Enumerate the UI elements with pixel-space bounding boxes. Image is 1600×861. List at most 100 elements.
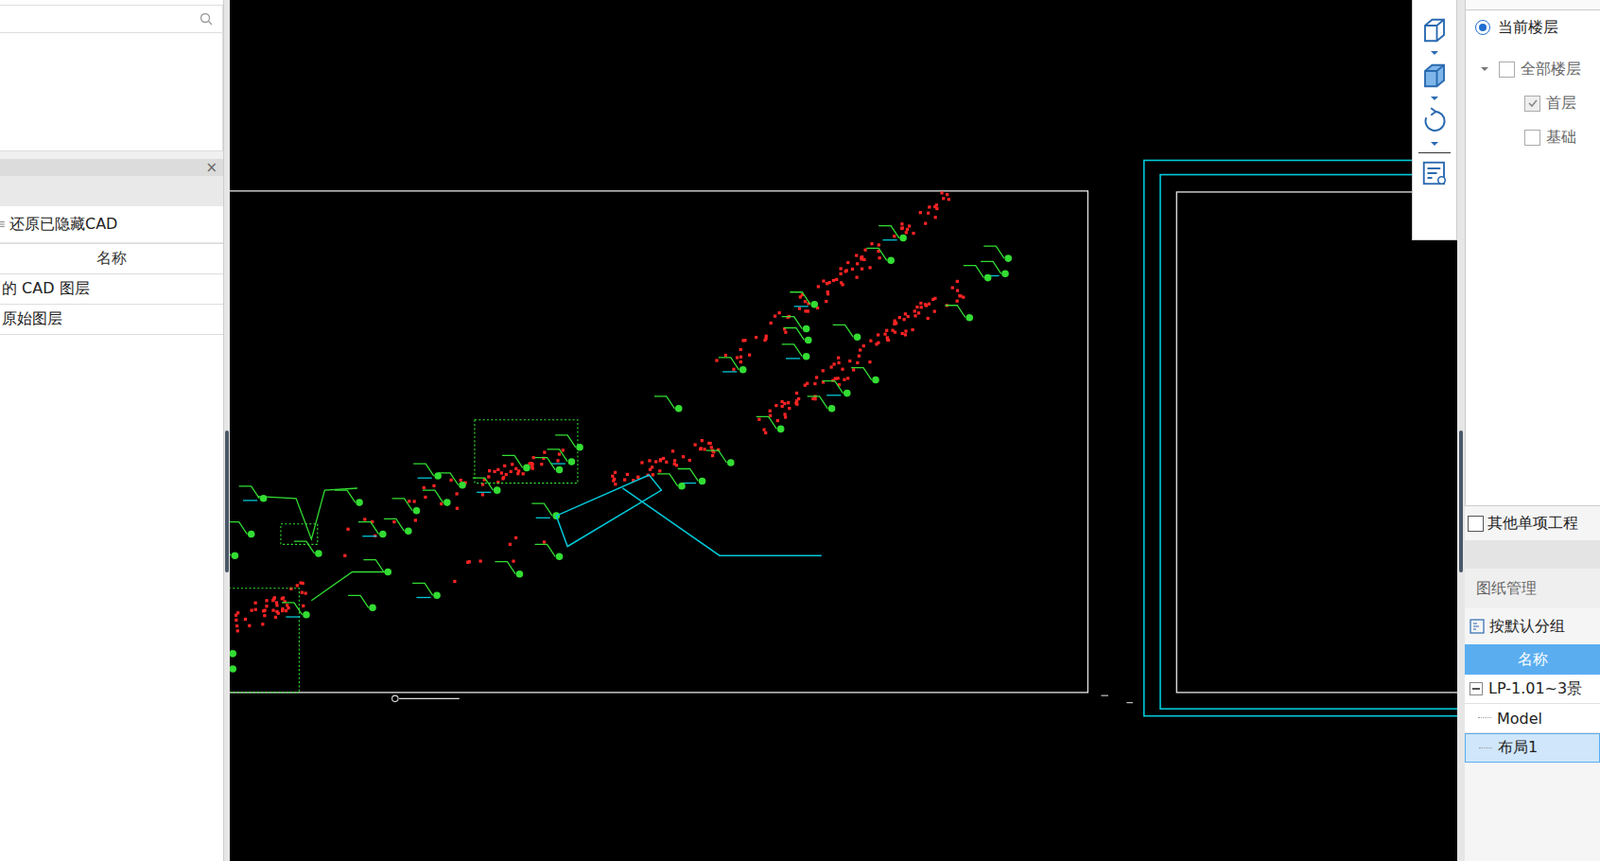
red-point — [900, 226, 904, 230]
restore-button[interactable]: 还原已隐藏CAD — [0, 206, 224, 244]
red-point — [783, 415, 787, 418]
plant-symbol — [866, 247, 895, 264]
close-button[interactable]: × — [205, 160, 218, 175]
rotate-icon[interactable] — [1420, 106, 1449, 136]
drawing-row[interactable]: Model — [1464, 703, 1600, 733]
red-point — [754, 335, 758, 339]
red-point — [610, 474, 614, 478]
red-point — [271, 608, 275, 611]
red-point — [904, 332, 907, 336]
search-icon[interactable] — [199, 12, 213, 26]
group-button[interactable]: 按默认分组 — [1464, 608, 1600, 644]
dropdown-arrow-icon[interactable] — [1429, 50, 1440, 56]
drawing-row[interactable]: 布局1 — [1464, 732, 1600, 763]
checkbox[interactable] — [1498, 61, 1515, 78]
red-point — [496, 468, 500, 471]
red-point — [817, 284, 820, 288]
red-point — [281, 595, 285, 599]
red-point — [707, 441, 711, 445]
red-point — [782, 412, 786, 416]
red-point — [876, 332, 880, 336]
dropdown-arrow-icon[interactable] — [1429, 140, 1440, 147]
red-point — [874, 342, 878, 346]
red-point — [795, 391, 799, 395]
red-point — [439, 502, 443, 505]
red-point — [466, 560, 470, 564]
collapse-icon[interactable] — [1469, 681, 1483, 696]
red-point — [893, 318, 897, 322]
red-point — [919, 210, 922, 214]
red-point — [556, 458, 559, 462]
red-point — [710, 445, 714, 449]
red-point — [731, 367, 735, 371]
plant-symbol — [878, 226, 907, 243]
checkbox[interactable] — [1524, 95, 1541, 112]
checkbox[interactable] — [1524, 129, 1541, 146]
red-point — [681, 454, 685, 458]
red-point — [343, 554, 347, 557]
red-point — [304, 591, 308, 594]
table-header: 名称 — [1464, 643, 1600, 675]
red-point — [778, 311, 782, 314]
red-point — [502, 475, 505, 479]
red-point — [839, 280, 843, 284]
red-point — [636, 475, 640, 479]
search-field[interactable] — [0, 4, 224, 34]
red-point — [924, 303, 928, 307]
red-point — [739, 360, 743, 364]
plant-symbol — [807, 396, 836, 413]
plant-symbol — [413, 463, 442, 480]
drawing-frame — [229, 191, 1088, 693]
red-point — [514, 467, 518, 470]
splitter[interactable] — [1457, 0, 1465, 861]
red-point — [763, 338, 766, 342]
red-point — [913, 313, 917, 317]
other-projects-checkbox[interactable]: 其他单项工程 — [1464, 505, 1600, 540]
table-row[interactable]: 的 CAD 图层 — [0, 274, 224, 305]
red-point — [236, 610, 240, 614]
inner-frame — [1176, 191, 1458, 693]
red-point — [280, 608, 284, 612]
cube-outline-icon[interactable] — [1420, 16, 1449, 45]
table-row[interactable]: 原始图层 — [0, 304, 224, 335]
floor-tree-item[interactable]: 基础 — [1465, 120, 1600, 155]
red-point — [392, 520, 396, 523]
red-point — [839, 266, 843, 270]
green-dashed-box — [229, 588, 299, 693]
red-point — [739, 355, 743, 359]
scope-radio[interactable]: 当前楼层 — [1465, 11, 1600, 44]
red-point — [521, 471, 525, 475]
layer-list-icon[interactable] — [1420, 158, 1449, 188]
floor-selector: 当前楼层 全部楼层 首层 基础 — [1464, 10, 1600, 506]
red-point — [787, 406, 791, 410]
red-point — [254, 608, 258, 611]
red-point — [532, 455, 536, 459]
floor-tree-item[interactable]: 全部楼层 — [1465, 52, 1600, 87]
checkbox[interactable] — [1467, 515, 1484, 532]
red-point — [508, 542, 512, 546]
red-point — [636, 475, 640, 479]
red-point — [846, 260, 850, 264]
red-point — [452, 579, 456, 583]
red-point — [836, 356, 840, 360]
table-header: 名称 — [0, 243, 224, 275]
plant-symbol — [756, 416, 785, 433]
red-point — [486, 474, 490, 478]
floor-tree-item[interactable]: 首层 — [1465, 86, 1600, 121]
cad-canvas[interactable] — [229, 0, 1458, 861]
red-point — [934, 215, 938, 219]
right-panel: 当前楼层 全部楼层 首层 基础 其他单项工程 图纸管理 按默认分组 名称 LP-… — [1464, 0, 1600, 861]
plant-symbol — [229, 656, 237, 673]
red-point — [247, 624, 251, 627]
red-point — [862, 258, 866, 261]
radio-icon[interactable] — [1475, 19, 1491, 35]
drawing-row[interactable]: LP-1.01~3景 — [1464, 674, 1600, 704]
red-point — [693, 442, 696, 446]
expand-icon[interactable] — [1479, 66, 1490, 72]
red-point — [449, 478, 453, 482]
cube-solid-icon[interactable] — [1420, 61, 1449, 90]
red-point — [898, 315, 902, 319]
red-point — [487, 469, 491, 472]
plant-symbol — [472, 477, 502, 494]
dropdown-arrow-icon[interactable] — [1429, 95, 1440, 102]
